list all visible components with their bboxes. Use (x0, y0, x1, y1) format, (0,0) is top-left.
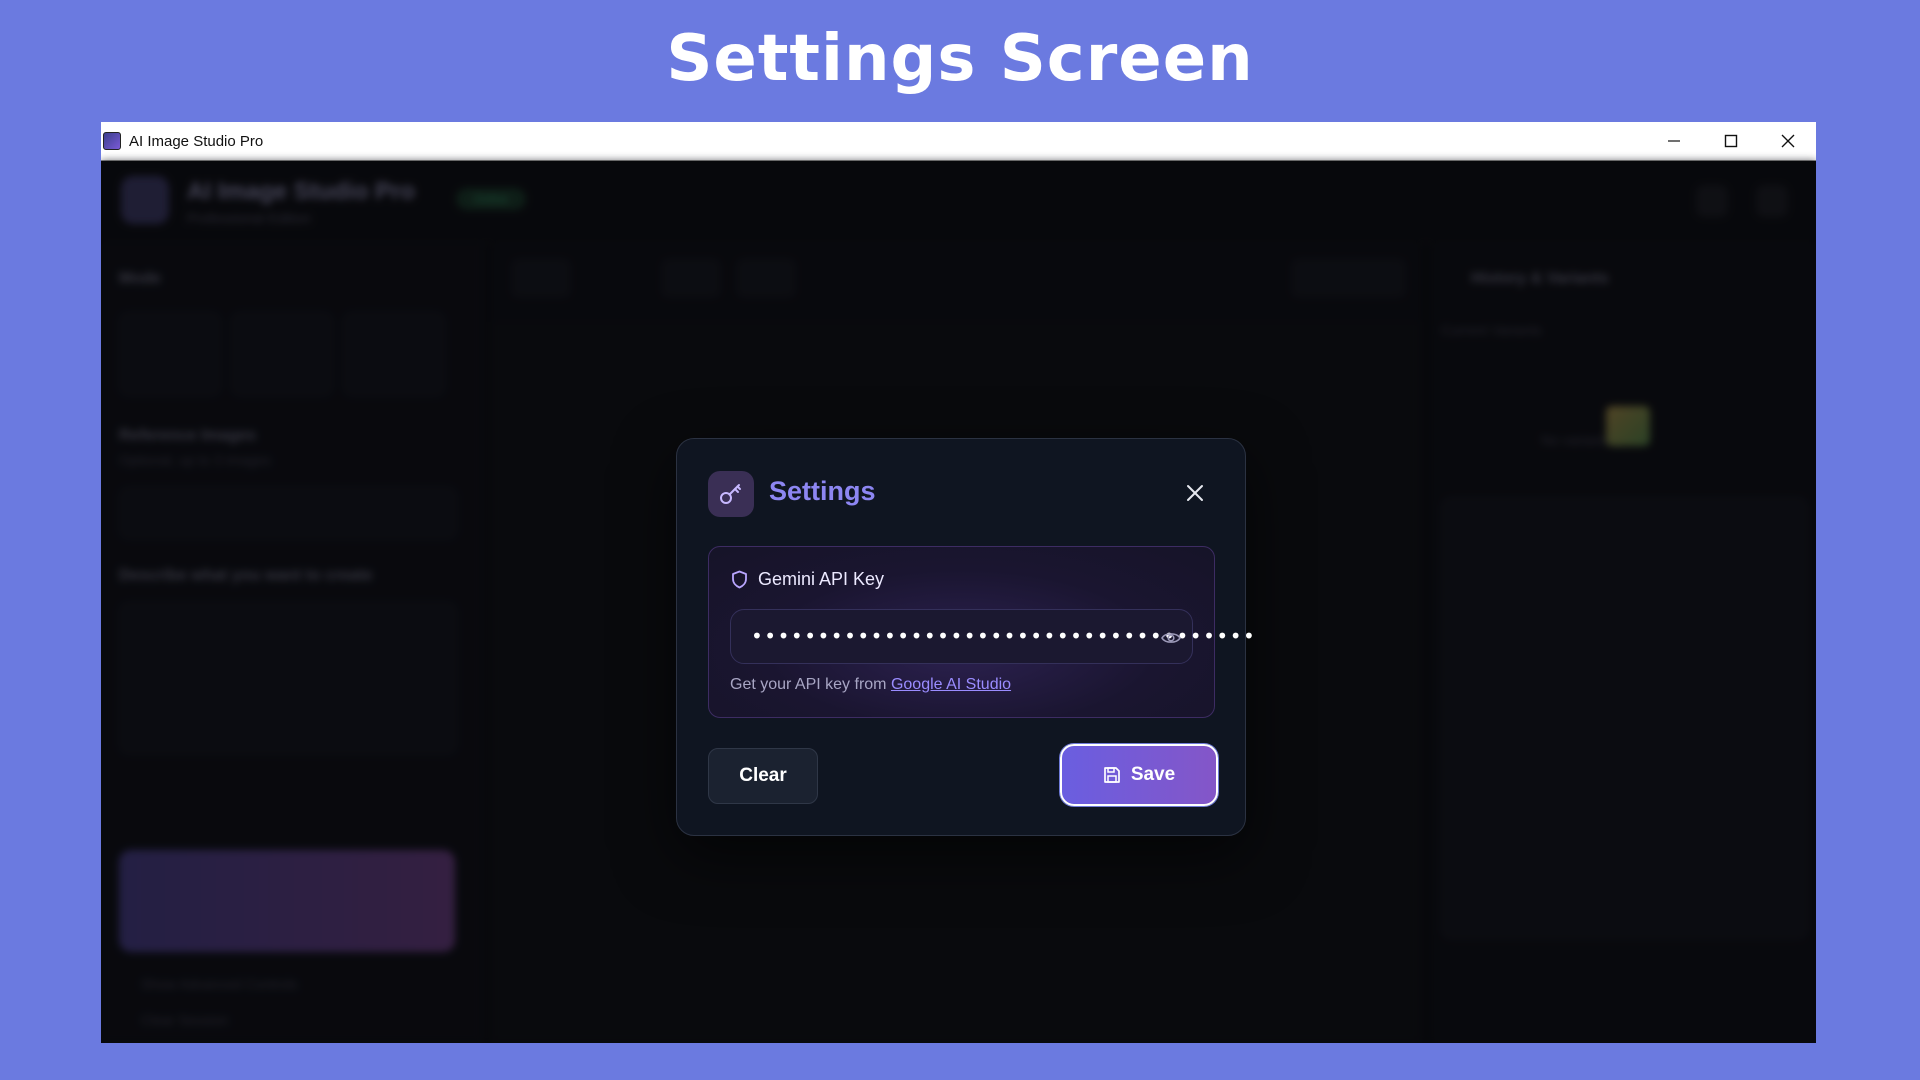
save-button[interactable]: Save (1060, 744, 1218, 806)
window-title: AI Image Studio Pro (129, 132, 264, 150)
google-ai-studio-link[interactable]: Google AI Studio (891, 676, 1011, 693)
save-icon (1103, 766, 1121, 784)
api-key-card: Gemini API Key •••••••••••••••••••••••••… (708, 546, 1255, 718)
modal-title: Settings (769, 476, 876, 506)
app-window: AI Image Studio Pro AI Image Studio Pro … (101, 122, 1816, 1043)
page-headline: Settings Screen (666, 22, 1254, 96)
close-icon (1781, 134, 1794, 148)
close-window-button[interactable] (1759, 122, 1816, 160)
window-titlebar: AI Image Studio Pro (101, 122, 1816, 161)
close-icon (1187, 485, 1203, 501)
maximize-icon (1724, 134, 1737, 148)
maximize-button[interactable] (1702, 122, 1759, 160)
api-key-label-row: Gemini API Key (731, 569, 884, 590)
window-controls (1645, 122, 1816, 160)
app-icon (103, 132, 121, 150)
api-key-help-text: Get your API key from (730, 676, 887, 693)
eye-icon[interactable] (1160, 627, 1182, 649)
shield-icon (732, 570, 747, 589)
modal-close-button[interactable] (1180, 478, 1210, 508)
clear-button[interactable]: Clear (708, 748, 818, 804)
clear-button-label: Clear (739, 765, 787, 786)
api-key-input[interactable]: •••••••••••••••••••••••••••••••••••••• (730, 609, 1255, 664)
save-button-label: Save (1130, 764, 1176, 785)
settings-modal: Settings Gemini API Key ••••••••••••••••… (676, 438, 1255, 836)
minimize-button[interactable] (1645, 122, 1702, 160)
api-key-help: Get your API key from Google AI Studio (730, 676, 1011, 694)
api-key-label: Gemini API Key (758, 569, 885, 589)
minimize-icon (1667, 140, 1680, 142)
key-icon (708, 471, 754, 517)
